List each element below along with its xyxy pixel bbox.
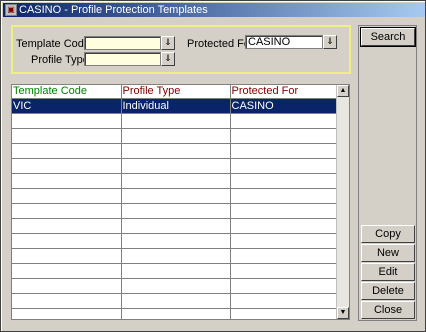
- empty-table-row[interactable]: [12, 188, 338, 204]
- table-cell: [12, 248, 122, 264]
- table-cell: [12, 293, 122, 309]
- table-cell: [230, 218, 338, 234]
- table-cell: [230, 203, 338, 219]
- profile-protection-window: ▣ CASINO - Profile Protection Templates …: [0, 0, 426, 332]
- table-cell: [12, 278, 122, 294]
- table-cell: [230, 158, 338, 174]
- table-cell: [12, 188, 122, 204]
- empty-table-row[interactable]: [12, 278, 338, 294]
- search-criteria-panel: Template Code ⇓ Protected For CASINO ⇓ P…: [11, 25, 351, 74]
- delete-button[interactable]: Delete: [361, 282, 415, 300]
- template-code-dropdown-icon[interactable]: ⇓: [161, 36, 175, 50]
- empty-table-row[interactable]: [12, 158, 338, 174]
- table-cell: [230, 128, 338, 144]
- table-cell: [12, 113, 122, 129]
- table-cell: [121, 248, 231, 264]
- table-cell: [230, 248, 338, 264]
- profile-type-label: Profile Type: [31, 54, 89, 66]
- table-cell: CASINO: [230, 98, 338, 114]
- grid-body: VIC Individual CASINO: [12, 98, 338, 319]
- empty-table-row[interactable]: [12, 293, 338, 309]
- grid-header-row: Template Code Profile Type Protected For: [12, 85, 338, 99]
- templates-table: Template Code Profile Type Protected For…: [12, 85, 338, 319]
- empty-table-row[interactable]: [12, 263, 338, 279]
- copy-button[interactable]: Copy: [361, 225, 415, 243]
- edit-button[interactable]: Edit: [361, 263, 415, 281]
- table-cell: [230, 233, 338, 249]
- table-cell: [121, 113, 231, 129]
- templates-grid: Template Code Profile Type Protected For…: [11, 84, 350, 320]
- table-cell: [121, 143, 231, 159]
- template-code-label: Template Code: [16, 38, 90, 50]
- window-icon: ▣: [5, 4, 17, 16]
- empty-table-row[interactable]: [12, 233, 338, 249]
- empty-table-row[interactable]: [12, 128, 338, 144]
- empty-table-row[interactable]: [12, 248, 338, 264]
- table-cell: [12, 158, 122, 174]
- column-header-template-code[interactable]: Template Code: [12, 85, 122, 99]
- search-button[interactable]: Search: [360, 27, 416, 47]
- column-header-profile-type[interactable]: Profile Type: [121, 85, 231, 99]
- template-code-field[interactable]: [84, 36, 161, 50]
- profile-type-field[interactable]: [84, 52, 161, 66]
- table-cell: [230, 278, 338, 294]
- table-row[interactable]: VIC Individual CASINO: [12, 98, 338, 114]
- table-cell: [230, 263, 338, 279]
- window-title: CASINO - Profile Protection Templates: [19, 4, 208, 16]
- table-cell: [12, 218, 122, 234]
- scroll-up-icon[interactable]: ▲: [337, 85, 349, 97]
- table-cell: [121, 233, 231, 249]
- table-cell: [230, 143, 338, 159]
- table-cell: [12, 128, 122, 144]
- title-bar: ▣ CASINO - Profile Protection Templates: [3, 3, 425, 17]
- table-cell: [12, 308, 122, 319]
- empty-table-row[interactable]: [12, 203, 338, 219]
- protected-for-dropdown-icon[interactable]: ⇓: [323, 35, 337, 49]
- table-cell: Individual: [121, 98, 231, 114]
- table-cell: [121, 293, 231, 309]
- grid-scrollbar[interactable]: ▲ ▼: [336, 85, 349, 319]
- empty-table-row[interactable]: [12, 308, 338, 319]
- table-cell: [230, 308, 338, 319]
- table-cell: [230, 188, 338, 204]
- table-cell: [12, 143, 122, 159]
- protected-for-field[interactable]: CASINO: [245, 35, 323, 49]
- empty-table-row[interactable]: [12, 113, 338, 129]
- empty-table-row[interactable]: [12, 218, 338, 234]
- column-header-protected-for[interactable]: Protected For: [230, 85, 338, 99]
- table-cell: [121, 158, 231, 174]
- table-cell: [121, 203, 231, 219]
- table-cell: [230, 113, 338, 129]
- table-cell: [121, 278, 231, 294]
- table-cell: [121, 128, 231, 144]
- table-cell: [121, 263, 231, 279]
- table-cell: [121, 308, 231, 319]
- protected-for-label: Protected For: [187, 38, 254, 50]
- table-cell: [12, 233, 122, 249]
- new-button[interactable]: New: [361, 244, 415, 262]
- action-button-panel: Search Copy New Edit Delete Close: [358, 25, 417, 321]
- table-cell: VIC: [12, 98, 122, 114]
- table-cell: [12, 173, 122, 189]
- scroll-down-icon[interactable]: ▼: [337, 307, 349, 319]
- table-cell: [12, 263, 122, 279]
- table-cell: [121, 218, 231, 234]
- empty-table-row[interactable]: [12, 143, 338, 159]
- table-cell: [121, 188, 231, 204]
- table-cell: [230, 293, 338, 309]
- profile-type-dropdown-icon[interactable]: ⇓: [161, 52, 175, 66]
- table-cell: [12, 203, 122, 219]
- table-cell: [230, 173, 338, 189]
- table-cell: [121, 173, 231, 189]
- empty-table-row[interactable]: [12, 173, 338, 189]
- close-button[interactable]: Close: [361, 301, 415, 319]
